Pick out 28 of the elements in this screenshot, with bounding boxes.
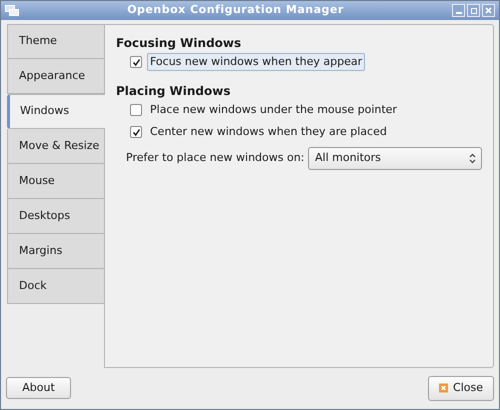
checkbox-label[interactable]: Center new windows when they are placed (147, 124, 390, 140)
tab[interactable]: Desktops (7, 199, 104, 234)
tab[interactable]: Theme (7, 24, 104, 59)
monitor-dropdown[interactable]: All monitors (308, 146, 482, 170)
spinner-arrows-icon (469, 152, 476, 164)
minimize-button[interactable] (452, 4, 465, 17)
close-button[interactable] (482, 4, 495, 17)
checkbox[interactable] (130, 56, 142, 68)
tab[interactable]: Dock (7, 269, 104, 304)
tab[interactable]: Mouse (7, 164, 104, 199)
section-heading: Placing Windows (116, 83, 232, 99)
dropdown-label: Prefer to place new windows on: (126, 150, 306, 166)
about-button[interactable]: About (6, 377, 71, 399)
tab[interactable]: Windows (7, 94, 105, 129)
tab[interactable]: Move & Resize (7, 129, 104, 164)
checkbox[interactable] (130, 126, 142, 138)
close-icon (439, 382, 448, 394)
checkbox-label[interactable]: Focus new windows when they appear (147, 52, 366, 72)
window-icon (5, 5, 19, 16)
maximize-button[interactable] (467, 4, 480, 17)
tab[interactable]: Margins (7, 234, 104, 269)
close-icon (485, 7, 492, 14)
window-title: Openbox Configuration Manager (126, 2, 345, 18)
tab[interactable]: Appearance (7, 59, 104, 94)
section-heading: Focusing Windows (116, 35, 242, 51)
checkbox-label[interactable]: Place new windows under the mouse pointer (147, 102, 400, 118)
close-dialog-button[interactable]: Close (428, 376, 494, 400)
checkbox[interactable] (130, 104, 142, 116)
